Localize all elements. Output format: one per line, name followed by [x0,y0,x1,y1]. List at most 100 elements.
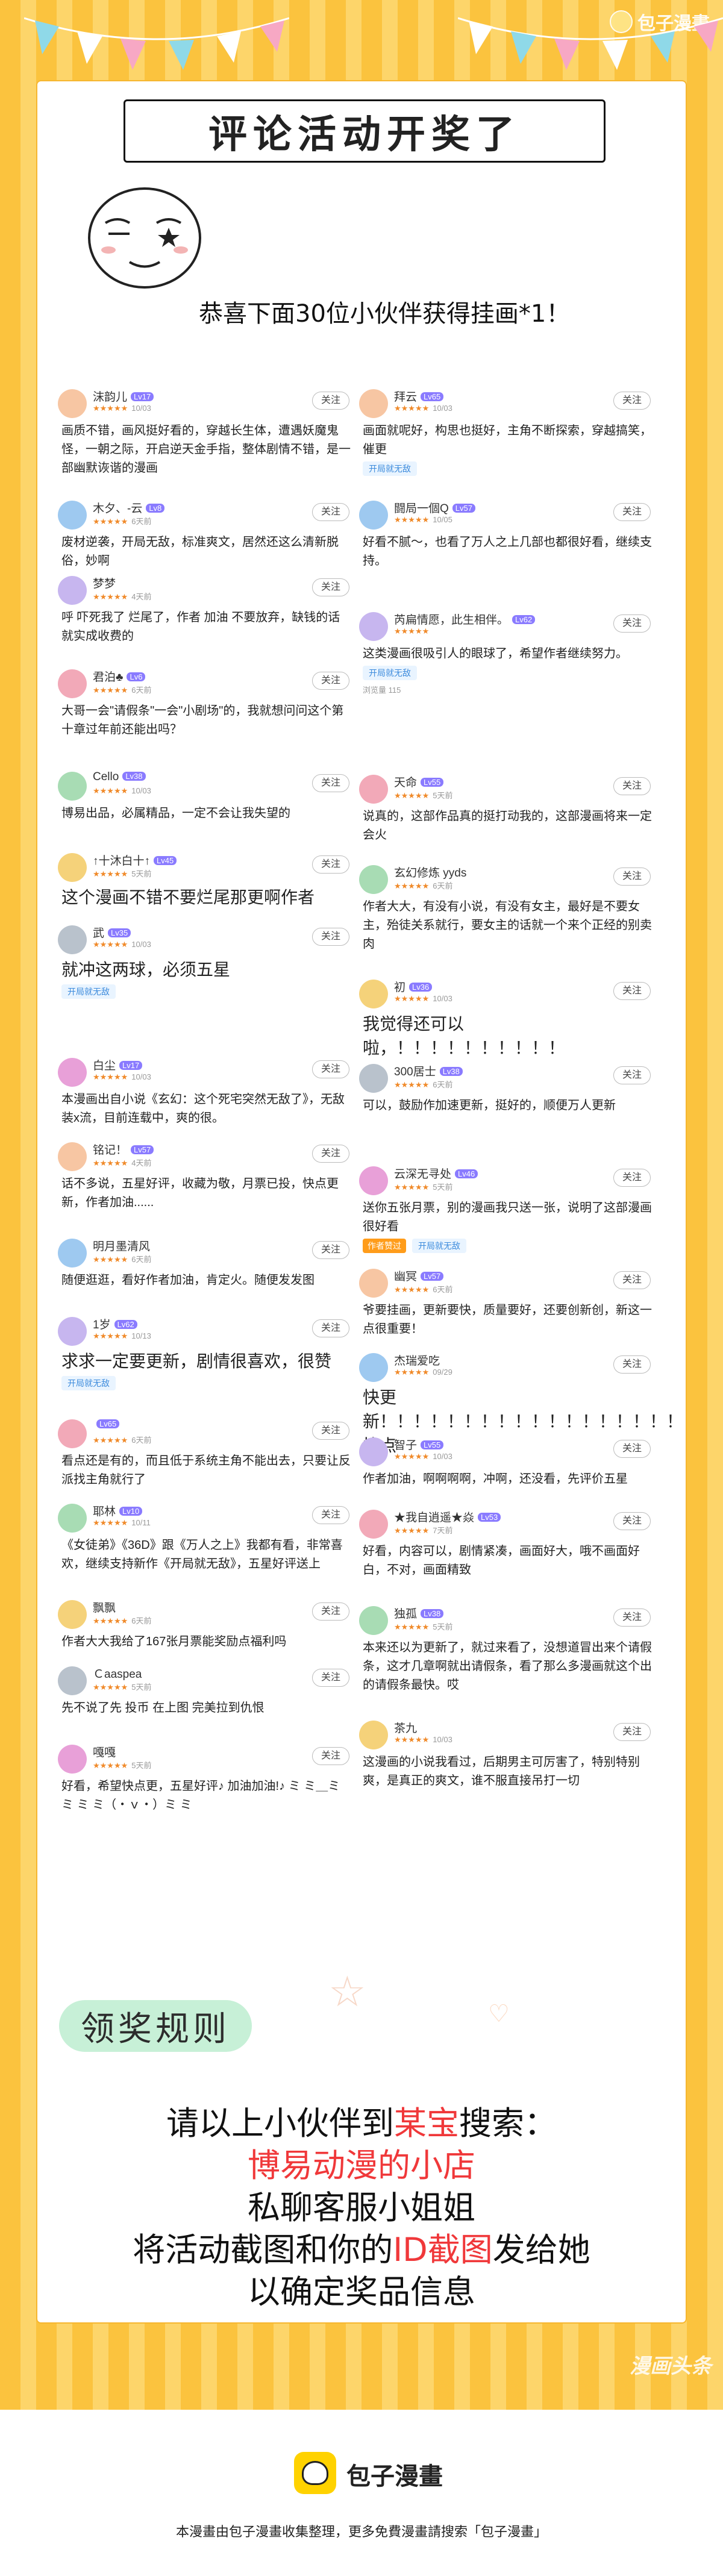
follow-button[interactable]: 关注 [613,503,651,521]
username[interactable]: 拜云 [394,391,417,404]
username[interactable]: Ｃaaspea [93,1668,142,1681]
username[interactable]: 独孤 [394,1608,417,1621]
comic-tag[interactable]: 开局就无敌 [412,1239,466,1253]
username[interactable]: 杰瑞爱吃 [394,1355,440,1368]
follow-button[interactable]: 关注 [312,1241,349,1259]
avatar[interactable] [359,1269,388,1298]
avatar[interactable] [58,1504,87,1533]
avatar[interactable] [58,1317,87,1346]
follow-button[interactable]: 关注 [613,1271,651,1289]
avatar[interactable] [58,1666,87,1695]
follow-button[interactable]: 关注 [312,1145,349,1163]
avatar[interactable] [58,925,87,954]
avatar[interactable] [359,865,388,894]
follow-button[interactable]: 关注 [613,982,651,1000]
username[interactable]: 闘局一個Q [394,502,449,515]
username[interactable]: 芮扁情愿，此生相伴。 [394,614,509,627]
avatar[interactable] [359,389,388,418]
username[interactable]: 幽冥 [394,1271,417,1283]
username[interactable]: 云深无寻处 [394,1168,451,1181]
avatar[interactable] [58,1419,87,1448]
follow-button[interactable]: 关注 [312,928,349,946]
comment-text: 爷要挂画，更新要快，质量要好，还要创新创，新这一点很重要！ [363,1304,652,1336]
avatar[interactable] [359,1437,388,1466]
username[interactable]: 君泊♣ [93,671,123,684]
username[interactable]: 玄幻修炼 yyds [394,867,466,880]
username[interactable]: 智子 [394,1439,417,1452]
username[interactable]: Cello [93,771,119,783]
avatar[interactable] [58,853,87,882]
avatar[interactable] [58,1142,87,1171]
username[interactable]: 300居士 [394,1066,436,1078]
follow-button[interactable]: 关注 [613,392,651,410]
avatar[interactable] [359,1510,388,1539]
username[interactable]: 飘飘 [93,1602,116,1615]
username[interactable]: 梦梦 [93,578,116,590]
follow-button[interactable]: 关注 [312,774,349,792]
follow-button[interactable]: 关注 [613,777,651,795]
username[interactable]: 白尘 [93,1060,116,1072]
username[interactable]: 武 [93,927,104,940]
avatar[interactable] [359,612,388,641]
username[interactable]: ★我自逍遥★焱 [394,1512,474,1524]
follow-button[interactable]: 关注 [613,1169,651,1187]
avatar[interactable] [58,576,87,605]
comment-card: 明月墨清风 ★★★★★ 6天前 关注 随便逛逛，看好作者加油，肯定火。随便发发图 [55,1235,357,1290]
follow-button[interactable]: 关注 [613,1723,651,1741]
avatar[interactable] [58,501,87,530]
username[interactable]: 茶九 [394,1722,417,1735]
follow-button[interactable]: 关注 [613,1440,651,1458]
avatar[interactable] [359,1166,388,1195]
avatar[interactable] [58,1239,87,1268]
follow-button[interactable]: 关注 [613,1066,651,1084]
comic-tag[interactable]: 开局就无敌 [363,666,417,680]
follow-button[interactable]: 关注 [312,1506,349,1524]
avatar[interactable] [359,1353,388,1382]
follow-button[interactable]: 关注 [312,1319,349,1337]
level-badge: Lv65 [421,392,444,401]
follow-button[interactable]: 关注 [312,855,349,874]
avatar[interactable] [58,1058,87,1087]
username[interactable]: 1岁 [93,1319,111,1331]
follow-button[interactable]: 关注 [312,1422,349,1440]
avatar[interactable] [58,669,87,698]
username[interactable]: 天命 [394,777,417,789]
username[interactable]: 耶林 [93,1505,116,1518]
follow-button[interactable]: 关注 [613,1608,651,1627]
follow-button[interactable]: 关注 [312,672,349,690]
follow-button[interactable]: 关注 [613,1512,651,1530]
username[interactable]: 初 [394,981,405,994]
follow-button[interactable]: 关注 [312,1669,349,1687]
follow-button[interactable]: 关注 [312,1747,349,1765]
follow-button[interactable]: 关注 [613,614,651,633]
username[interactable]: 木夕、-云 [93,502,142,515]
username[interactable]: 铭记！ [93,1144,127,1157]
comic-tag[interactable]: 开局就无敌 [363,461,417,476]
avatar[interactable] [58,772,87,801]
username[interactable]: 明月墨清风 [93,1240,150,1253]
comic-tag[interactable]: 开局就无敌 [61,984,116,999]
avatar[interactable] [359,980,388,1008]
follow-button[interactable]: 关注 [312,503,349,521]
avatar[interactable] [58,1745,87,1774]
username[interactable]: 沫韵儿 [93,391,127,404]
follow-button[interactable]: 关注 [613,868,651,886]
username[interactable]: 嘎嘎 [93,1746,116,1759]
follow-button[interactable]: 关注 [312,392,349,410]
comment-text: 废材逆袭，开局无敌，标准爽文，居然还这么清新脱俗，妙啊 [61,536,339,567]
avatar[interactable] [58,389,87,418]
follow-button[interactable]: 关注 [613,1355,651,1374]
avatar[interactable] [359,1721,388,1749]
avatar[interactable] [359,775,388,804]
comment-date: 10/03 [131,1072,151,1081]
avatar[interactable] [359,1064,388,1093]
username[interactable]: ↑十沐白十↑ [93,855,150,868]
follow-button[interactable]: 关注 [312,1602,349,1621]
avatar[interactable] [359,501,388,530]
follow-button[interactable]: 关注 [312,1060,349,1078]
comic-tag[interactable]: 开局就无敌 [61,1376,116,1390]
comment-text: 作者大大，有没有小说，有没有女主，最好是不要女主，殆徒关系就行，要女主的话就一个… [363,900,652,951]
avatar[interactable] [58,1600,87,1629]
follow-button[interactable]: 关注 [312,578,349,596]
avatar[interactable] [359,1606,388,1635]
